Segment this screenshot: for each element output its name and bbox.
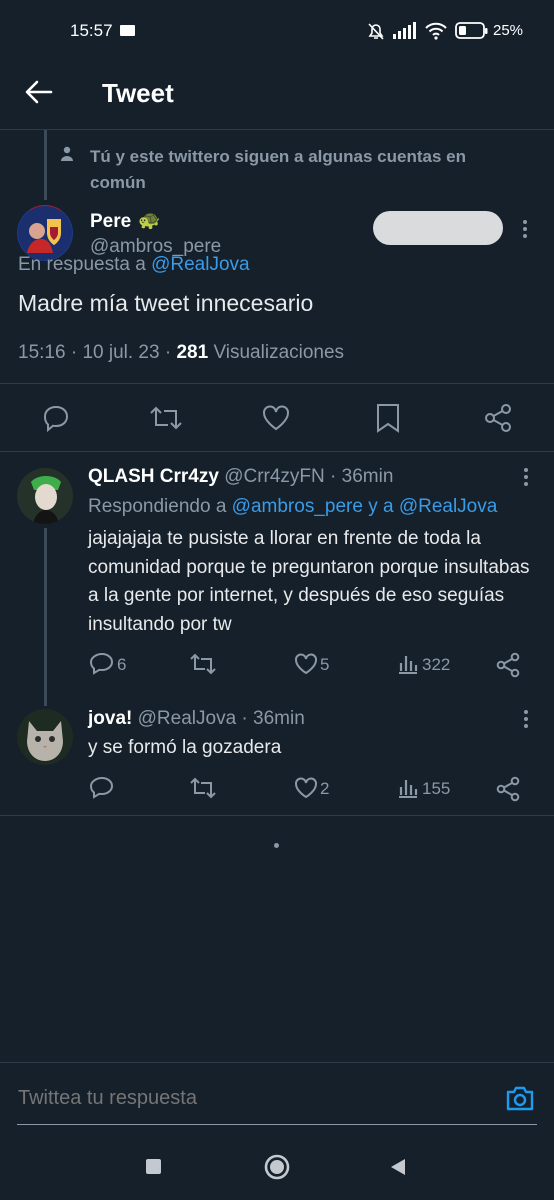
compose-underline (17, 1124, 537, 1125)
views-count: 155 (422, 779, 451, 798)
bookmark-icon[interactable] (375, 403, 401, 433)
loading-indicator (274, 843, 279, 848)
author-name[interactable]: Pere (90, 211, 131, 233)
avatar[interactable] (17, 468, 73, 524)
share-icon[interactable] (495, 652, 521, 678)
reply-text: jajajajaja te pusiste a llorar en frente… (88, 528, 530, 635)
like-count: 2 (320, 779, 330, 798)
reply-time: · 36min (330, 466, 394, 487)
signal-icon (393, 22, 416, 39)
cat-avatar-icon (17, 709, 73, 765)
tweet-text: Madre mía tweet innecesario (18, 290, 314, 316)
reply-author-handle[interactable]: @RealJova (138, 708, 237, 729)
back-nav-button[interactable] (389, 1157, 407, 1177)
reply-icon[interactable] (89, 776, 115, 800)
meta-separator-2: · (164, 342, 172, 363)
reply-header: jova! @RealJova · 36min (88, 708, 305, 730)
retweet-icon[interactable] (149, 403, 183, 433)
header-divider (0, 129, 554, 130)
more-icon[interactable] (516, 466, 536, 488)
mail-icon (120, 25, 135, 36)
tweet-meta: 15:16 · 10 jul. 23 · 281 Visualizaciones (18, 342, 344, 364)
like-icon[interactable] (261, 403, 291, 433)
share-icon[interactable] (495, 776, 521, 802)
camera-icon[interactable] (505, 1084, 535, 1112)
status-bar: 15:57 25% (0, 0, 554, 62)
reply-icon[interactable] (89, 652, 115, 676)
reply-text: y se formó la gozadera (88, 737, 282, 758)
battery-percent: 25% (493, 22, 524, 39)
compose-divider (0, 1062, 554, 1063)
follow-button[interactable] (373, 211, 503, 245)
recents-button[interactable] (146, 1159, 161, 1174)
battery-icon (455, 22, 488, 39)
retweet-icon[interactable] (189, 776, 217, 800)
more-icon[interactable] (516, 708, 536, 730)
status-time: 15:57 (70, 21, 113, 40)
divider (0, 815, 554, 816)
back-arrow-icon[interactable] (24, 78, 54, 106)
reply-compose-input[interactable] (18, 1087, 478, 1110)
reply-header: QLASH Crr4zy @Crr4zyFN · 36min (88, 466, 393, 488)
avatar[interactable] (17, 205, 73, 261)
wifi-icon (425, 22, 447, 40)
tweet-time: 15:16 (18, 342, 66, 363)
like-icon[interactable] (293, 652, 319, 676)
reply-icon[interactable] (41, 403, 71, 433)
divider (0, 383, 554, 384)
replying-context: Respondiendo a @ambros_pere y a @RealJov… (88, 496, 497, 518)
meta-separator: · (70, 342, 78, 363)
avatar[interactable] (17, 709, 73, 765)
more-icon[interactable] (515, 218, 535, 240)
reply-author-name[interactable]: jova! (88, 708, 132, 729)
views-count[interactable]: 281 (176, 342, 208, 363)
reply-time: · 36min (241, 708, 305, 729)
replying-prefix: Respondiendo a (88, 496, 227, 517)
divider (0, 451, 554, 452)
tweet-date: 10 jul. 23 (82, 342, 160, 363)
views-label[interactable]: Visualizaciones (213, 342, 344, 363)
retweet-icon[interactable] (189, 652, 217, 676)
social-context: Tú y este twittero siguen a algunas cuen… (90, 147, 466, 192)
person-icon (61, 146, 73, 161)
views-icon[interactable] (397, 777, 419, 799)
share-icon[interactable] (483, 403, 513, 433)
views-icon[interactable] (397, 653, 419, 675)
bell-muted-icon (368, 23, 384, 40)
thread-line (44, 130, 47, 200)
reply-count: 6 (117, 655, 127, 674)
fc-crest-icon (18, 206, 72, 260)
like-count: 5 (320, 655, 330, 674)
reply-to-link[interactable]: @RealJova (151, 254, 250, 275)
replying-to-link[interactable]: @ambros_pere y a @RealJova (232, 496, 498, 517)
page-title: Tweet (102, 78, 174, 108)
thread-line (44, 528, 47, 706)
views-count: 322 (422, 655, 451, 674)
home-button[interactable] (264, 1154, 290, 1180)
reply-author-handle[interactable]: @Crr4zyFN (224, 466, 325, 487)
reply-prefix: En respuesta a (18, 254, 146, 275)
reply-author-name[interactable]: QLASH Crr4zy (88, 466, 219, 487)
like-icon[interactable] (293, 776, 319, 800)
avatar-image-icon (17, 468, 73, 524)
author-emoji: 🐢 (138, 210, 161, 230)
reply-context: En respuesta a @RealJova (18, 254, 250, 276)
